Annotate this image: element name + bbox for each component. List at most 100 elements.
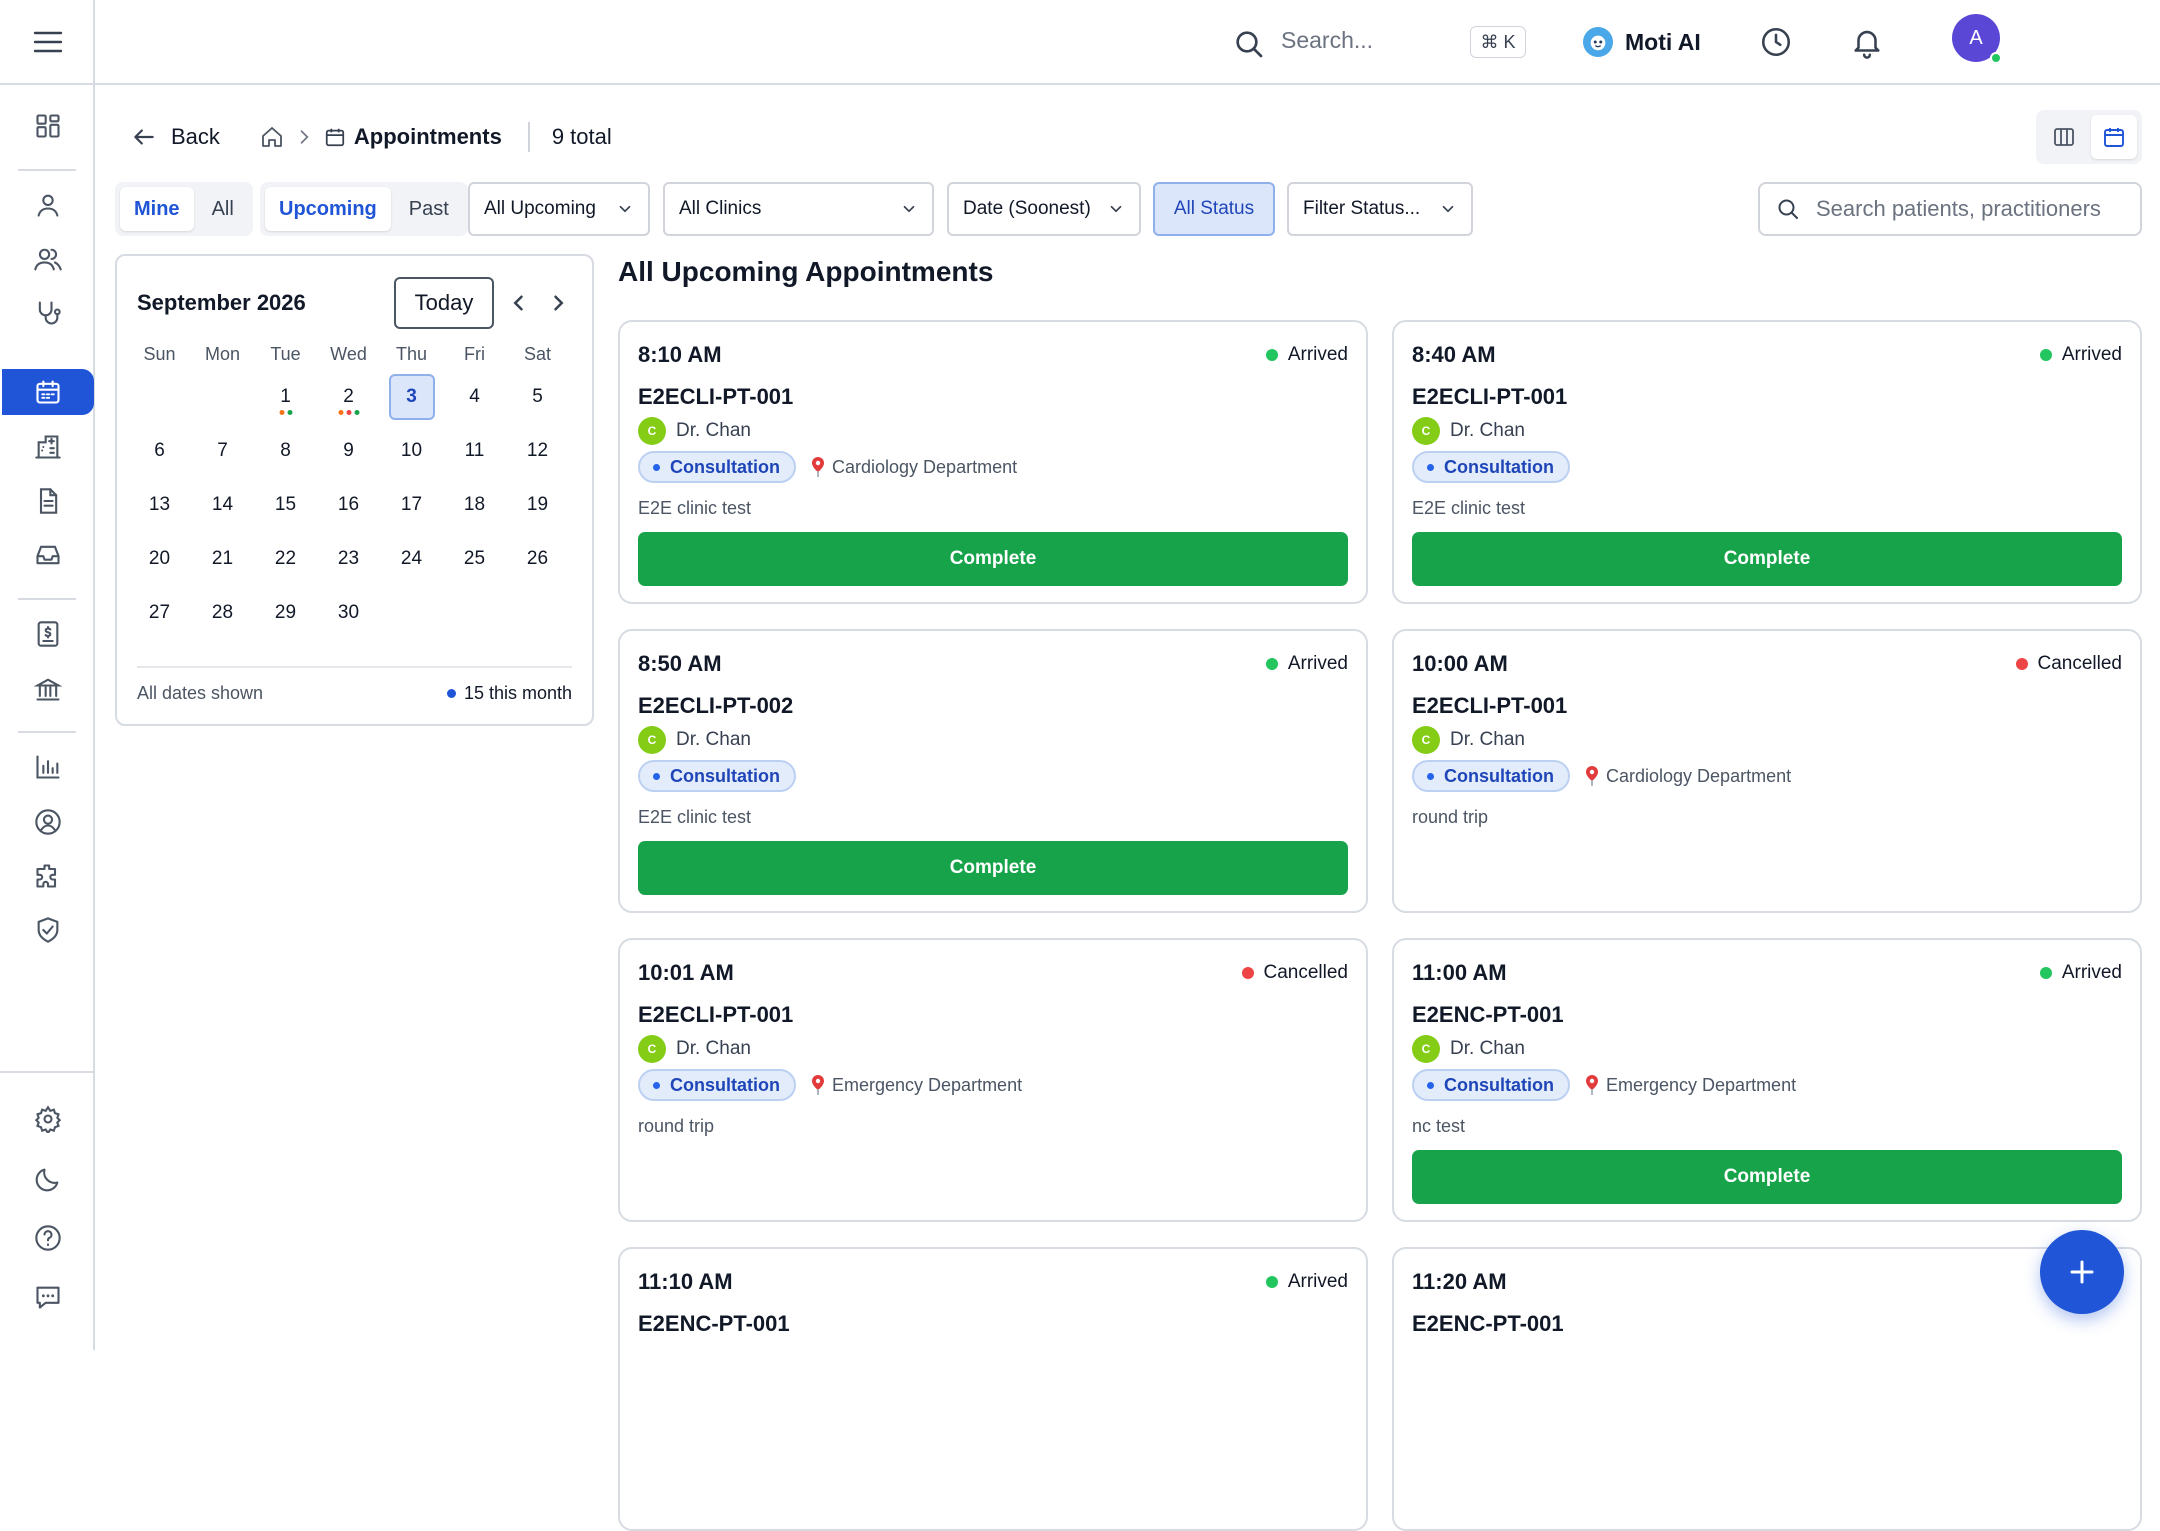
billing-icon[interactable]	[22, 612, 74, 656]
calendar-day-number: 14	[211, 494, 234, 515]
chevron-left-icon[interactable]	[504, 288, 534, 318]
profile-icon[interactable]	[22, 800, 74, 844]
appointment-note: round trip	[638, 1116, 715, 1136]
moti-ai-button[interactable]: Moti AI	[1583, 24, 1701, 60]
status-dot	[1265, 1276, 1278, 1288]
settings-icon[interactable]	[22, 1097, 74, 1141]
calendar-day[interactable]: 20	[128, 532, 191, 586]
search-icon[interactable]	[1233, 28, 1265, 60]
calendar-day[interactable]: 30	[317, 586, 380, 640]
stethoscope-icon[interactable]	[22, 291, 74, 335]
filter-all[interactable]: All	[198, 187, 248, 231]
patient-id[interactable]: E2ECLI-PT-001	[638, 384, 793, 410]
complete-button[interactable]: Complete	[1412, 1150, 2122, 1204]
appointment-card[interactable]: 8:10 AM Arrived E2ECLI-PT-001 C Dr. Chan Cons…	[618, 320, 1368, 604]
calendar-icon[interactable]	[2, 369, 94, 415]
status-filter-dropdown[interactable]: Filter Status...	[1287, 182, 1473, 236]
calendar-day[interactable]: 9	[317, 424, 380, 478]
appointment-card[interactable]: 11:10 AM Arrived E2ENC-PT-001	[618, 1247, 1368, 1531]
appointment-card[interactable]: 8:50 AM Arrived E2ECLI-PT-002 C Dr. Chan Cons…	[618, 629, 1368, 913]
document-icon[interactable]	[22, 479, 74, 523]
calendar-day[interactable]: 11	[443, 424, 506, 478]
calendar-view-icon[interactable]	[2091, 115, 2137, 159]
complete-button[interactable]: Complete	[638, 532, 1348, 586]
calendar-day[interactable]: 28	[191, 586, 254, 640]
calendar-day[interactable]: 8	[254, 424, 317, 478]
columns-view-icon[interactable]	[2041, 115, 2087, 159]
users-icon[interactable]	[22, 237, 74, 281]
calendar-day[interactable]: 7	[191, 424, 254, 478]
calendar-day[interactable]: 23	[317, 532, 380, 586]
calendar-day[interactable]: 3	[380, 370, 443, 424]
appointment-dot	[338, 410, 343, 415]
bank-icon[interactable]	[22, 667, 74, 711]
patient-id[interactable]: E2ECLI-PT-001	[638, 1002, 793, 1028]
complete-button[interactable]: Complete	[1412, 532, 2122, 586]
practitioner: C Dr. Chan	[1412, 726, 1525, 754]
calendar-day[interactable]: 18	[443, 478, 506, 532]
calendar-day[interactable]: 24	[380, 532, 443, 586]
calendar-day[interactable]: 6	[128, 424, 191, 478]
patient-id[interactable]: E2ENC-PT-001	[1412, 1311, 1564, 1337]
complete-button[interactable]: Complete	[638, 841, 1348, 895]
calendar-day[interactable]: 16	[317, 478, 380, 532]
patient-id[interactable]: E2ECLI-PT-001	[1412, 693, 1567, 719]
status-label: Cancelled	[2037, 653, 2123, 674]
appointment-card[interactable]: 10:00 AM Cancelled E2ECLI-PT-001 C Dr. Chan C…	[1392, 629, 2142, 913]
calendar-day[interactable]: 15	[254, 478, 317, 532]
calendar-day[interactable]: 17	[380, 478, 443, 532]
sort-dropdown[interactable]: Date (Soonest)	[947, 182, 1141, 236]
bell-icon[interactable]	[1850, 25, 1884, 59]
back-button[interactable]: Back	[131, 124, 220, 150]
filter-past[interactable]: Past	[395, 187, 463, 231]
dashboard-icon[interactable]	[22, 104, 74, 148]
menu-icon[interactable]	[28, 26, 68, 58]
help-icon[interactable]	[22, 1216, 74, 1260]
clock-icon[interactable]	[1759, 25, 1793, 59]
weekday-header: Wed	[330, 343, 367, 364]
calendar-day[interactable]: 10	[380, 424, 443, 478]
calendar-day[interactable]: 2	[317, 370, 380, 424]
all-status-button[interactable]: All Status	[1153, 182, 1275, 236]
calendar-day[interactable]: 29	[254, 586, 317, 640]
calendar-day[interactable]: 22	[254, 532, 317, 586]
calendar-day[interactable]: 27	[128, 586, 191, 640]
appointment-card[interactable]: 10:01 AM Cancelled E2ECLI-PT-001 C Dr. Chan C…	[618, 938, 1368, 1222]
calendar-day[interactable]: 1	[254, 370, 317, 424]
range-dropdown[interactable]: All Upcoming	[468, 182, 650, 236]
appointment-card[interactable]: 11:00 AM Arrived E2ENC-PT-001 C Dr. Chan Cons…	[1392, 938, 2142, 1222]
calendar-day[interactable]: 19	[506, 478, 569, 532]
clinic-dropdown[interactable]: All Clinics	[663, 182, 934, 236]
patient-id[interactable]: E2ENC-PT-001	[638, 1311, 790, 1337]
clinic-building-icon[interactable]	[22, 425, 74, 469]
security-icon[interactable]	[22, 908, 74, 952]
appointment-card[interactable]: 8:40 AM Arrived E2ECLI-PT-001 C Dr. Chan Cons…	[1392, 320, 2142, 604]
inbox-icon[interactable]	[22, 533, 74, 577]
add-appointment-button[interactable]	[2040, 1230, 2124, 1314]
filter-upcoming[interactable]: Upcoming	[265, 187, 391, 231]
patient-id[interactable]: E2ECLI-PT-001	[1412, 384, 1567, 410]
filter-mine[interactable]: Mine	[120, 187, 194, 231]
global-search-input[interactable]: Search...	[1281, 27, 1373, 54]
home-icon[interactable]	[260, 125, 284, 149]
appointment-card[interactable]: 11:20 AM E2ENC-PT-001	[1392, 1247, 2142, 1531]
calendar-day[interactable]: 12	[506, 424, 569, 478]
calendar-day[interactable]: 21	[191, 532, 254, 586]
calendar-day[interactable]: 13	[128, 478, 191, 532]
integrations-icon[interactable]	[22, 854, 74, 898]
patient-id[interactable]: E2ENC-PT-001	[1412, 1002, 1564, 1028]
dark-mode-icon[interactable]	[22, 1157, 74, 1201]
calendar-day[interactable]: 5	[506, 370, 569, 424]
calendar-day[interactable]: 25	[443, 532, 506, 586]
chevron-right-icon[interactable]	[543, 288, 573, 318]
today-button[interactable]: Today	[394, 277, 494, 329]
patient-icon[interactable]	[22, 183, 74, 227]
calendar-day[interactable]: 14	[191, 478, 254, 532]
calendar-day[interactable]: 4	[443, 370, 506, 424]
calendar-day[interactable]: 26	[506, 532, 569, 586]
feedback-icon[interactable]	[22, 1275, 74, 1319]
chevron-down-icon	[1110, 205, 1122, 213]
analytics-icon[interactable]	[22, 745, 74, 789]
patient-id[interactable]: E2ECLI-PT-002	[638, 693, 793, 719]
appointment-search-input[interactable]	[1816, 196, 2106, 222]
